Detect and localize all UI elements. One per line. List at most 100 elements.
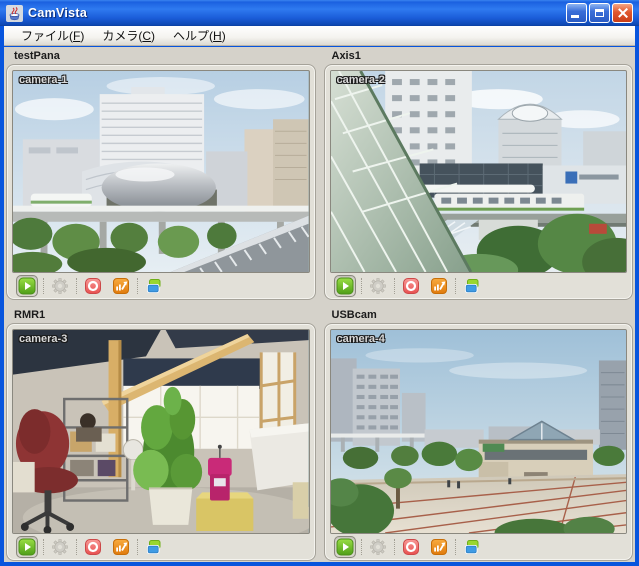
upload-icon bbox=[430, 538, 448, 556]
play-icon bbox=[18, 538, 36, 556]
app-window: CamVista ファイル(F) カメラ(C) ヘルプ(H) testPana bbox=[0, 0, 639, 566]
upload-button[interactable] bbox=[110, 536, 132, 558]
record-icon bbox=[84, 538, 102, 556]
camera-toolbar bbox=[330, 534, 628, 560]
upload-icon bbox=[112, 538, 130, 556]
settings-button[interactable] bbox=[367, 536, 389, 558]
settings-button[interactable] bbox=[49, 275, 71, 297]
play-button[interactable] bbox=[334, 536, 356, 558]
play-icon bbox=[18, 277, 36, 295]
camera-panel-title: RMR1 bbox=[6, 308, 316, 323]
record-button[interactable] bbox=[82, 536, 104, 558]
play-icon bbox=[336, 538, 354, 556]
window-mode-button[interactable] bbox=[461, 275, 483, 297]
camera-feed-cityscape-dome bbox=[13, 71, 309, 272]
camera-feed-office-interior bbox=[13, 330, 309, 533]
upload-icon bbox=[430, 277, 448, 295]
camera-cell-axis1: Axis1 bbox=[324, 49, 634, 300]
menu-camera[interactable]: カメラ(C) bbox=[93, 25, 164, 46]
window-mode-icon bbox=[145, 538, 163, 556]
toolbar-separator bbox=[361, 539, 362, 555]
camera-overlay-label: camera-1 bbox=[19, 74, 67, 86]
menu-camera-label-close: ) bbox=[151, 29, 155, 43]
camera-view-1[interactable]: camera-1 bbox=[12, 70, 310, 273]
settings-icon bbox=[369, 538, 387, 556]
record-icon bbox=[402, 538, 420, 556]
upload-button[interactable] bbox=[110, 275, 132, 297]
upload-button[interactable] bbox=[428, 275, 450, 297]
camera-panel-title: testPana bbox=[6, 49, 316, 64]
title-bar[interactable]: CamVista bbox=[0, 0, 639, 26]
menu-help[interactable]: ヘルプ(H) bbox=[164, 25, 235, 46]
camera-cell-rmr1: RMR1 bbox=[6, 308, 316, 561]
camera-view-2[interactable]: camera-2 bbox=[330, 70, 628, 273]
settings-icon bbox=[51, 538, 69, 556]
camera-view-4[interactable]: camera-4 bbox=[330, 329, 628, 534]
minimize-button[interactable] bbox=[566, 3, 587, 23]
toolbar-separator bbox=[137, 278, 138, 294]
toolbar-separator bbox=[76, 539, 77, 555]
menu-camera-mnemonic: C bbox=[142, 29, 151, 43]
camera-overlay-label: camera-4 bbox=[337, 333, 385, 345]
minimize-icon bbox=[571, 15, 579, 18]
toolbar-separator bbox=[455, 539, 456, 555]
toolbar-separator bbox=[394, 278, 395, 294]
camera-panel: camera-4 bbox=[324, 323, 634, 561]
record-button[interactable] bbox=[400, 536, 422, 558]
camera-feed-monorail-station bbox=[331, 71, 627, 272]
toolbar-separator bbox=[43, 278, 44, 294]
maximize-button[interactable] bbox=[589, 3, 610, 23]
camera-panel: camera-1 bbox=[6, 64, 316, 300]
record-button[interactable] bbox=[82, 275, 104, 297]
camera-toolbar bbox=[12, 534, 310, 560]
camera-panel-title: Axis1 bbox=[324, 49, 634, 64]
toolbar-separator bbox=[455, 278, 456, 294]
toolbar-separator bbox=[76, 278, 77, 294]
camera-cell-testpana: testPana bbox=[6, 49, 316, 300]
play-button[interactable] bbox=[16, 536, 38, 558]
menu-bar: ファイル(F) カメラ(C) ヘルプ(H) bbox=[4, 26, 635, 46]
toolbar-separator bbox=[394, 539, 395, 555]
record-icon bbox=[402, 277, 420, 295]
close-button[interactable] bbox=[612, 3, 633, 23]
window-mode-icon bbox=[463, 277, 481, 295]
camera-overlay-label: camera-3 bbox=[19, 333, 67, 345]
camera-panel: camera-2 bbox=[324, 64, 634, 300]
camera-grid: testPana bbox=[4, 47, 635, 562]
settings-icon bbox=[51, 277, 69, 295]
record-button[interactable] bbox=[400, 275, 422, 297]
toolbar-separator bbox=[43, 539, 44, 555]
menu-help-mnemonic: H bbox=[213, 29, 222, 43]
camera-panel-title: USBcam bbox=[324, 308, 634, 323]
menu-file-label-close: ) bbox=[80, 29, 84, 43]
menu-file[interactable]: ファイル(F) bbox=[12, 25, 93, 46]
play-button[interactable] bbox=[334, 275, 356, 297]
window-mode-button[interactable] bbox=[143, 275, 165, 297]
record-icon bbox=[84, 277, 102, 295]
window-mode-button[interactable] bbox=[461, 536, 483, 558]
menu-help-label: ヘルプ( bbox=[173, 29, 213, 43]
toolbar-separator bbox=[137, 539, 138, 555]
window-mode-button[interactable] bbox=[143, 536, 165, 558]
close-icon bbox=[617, 7, 629, 19]
window-mode-icon bbox=[463, 538, 481, 556]
play-button[interactable] bbox=[16, 275, 38, 297]
camera-overlay-label: camera-2 bbox=[337, 74, 385, 86]
camera-view-3[interactable]: camera-3 bbox=[12, 329, 310, 534]
camera-cell-usbcam: USBcam bbox=[324, 308, 634, 561]
upload-button[interactable] bbox=[428, 536, 450, 558]
camera-panel: camera-3 bbox=[6, 323, 316, 561]
camera-toolbar bbox=[330, 273, 628, 299]
toolbar-separator bbox=[361, 278, 362, 294]
settings-button[interactable] bbox=[367, 275, 389, 297]
settings-icon bbox=[369, 277, 387, 295]
maximize-icon bbox=[595, 9, 604, 17]
camera-feed-city-plaza bbox=[331, 330, 627, 533]
window-mode-icon bbox=[145, 277, 163, 295]
settings-button[interactable] bbox=[49, 536, 71, 558]
menu-camera-label: カメラ( bbox=[102, 29, 142, 43]
camera-toolbar bbox=[12, 273, 310, 299]
upload-icon bbox=[112, 277, 130, 295]
app-icon bbox=[6, 5, 23, 22]
menu-file-label: ファイル( bbox=[21, 29, 73, 43]
